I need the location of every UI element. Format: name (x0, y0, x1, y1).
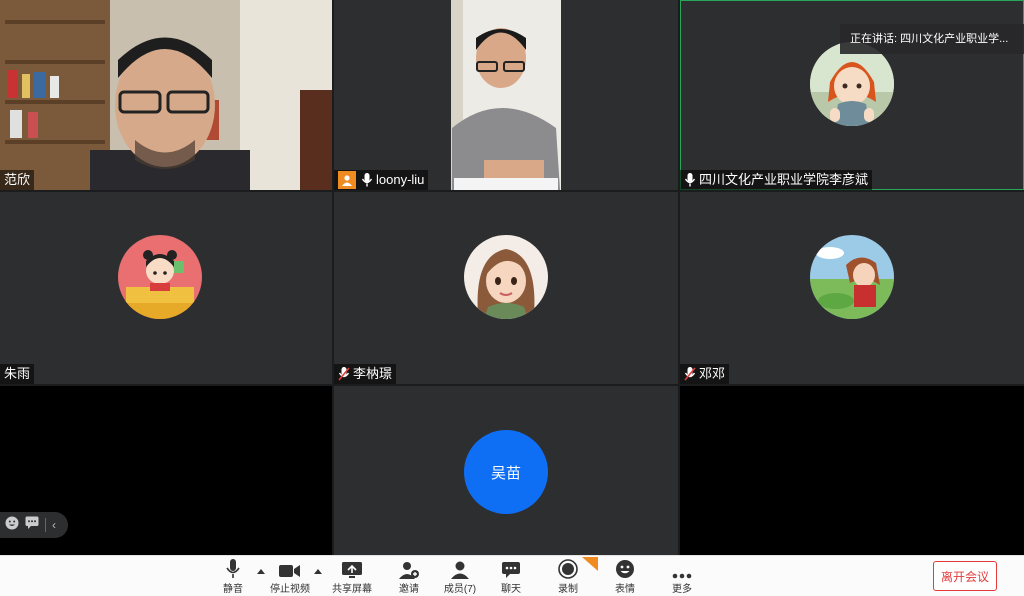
mute-button[interactable]: 静音 (203, 559, 263, 595)
video-tile-li-yanbin[interactable]: 四川文化产业职业学院李彦斌 正在讲话: 四川文化产业职业学... (680, 0, 1024, 190)
emoji-icon[interactable] (5, 516, 19, 535)
avatar-initials: 吴苗 (490, 464, 521, 482)
participant-avatar (464, 235, 548, 319)
share-screen-icon (341, 559, 363, 579)
divider (45, 518, 46, 532)
video-tile-wumiao[interactable]: 吴苗 (334, 386, 678, 555)
participant-name-tag: 范欣 (0, 170, 35, 190)
stop-video-button[interactable]: 停止视频 (260, 559, 320, 595)
participant-avatar (118, 235, 202, 319)
participants-icon (450, 559, 470, 579)
collapse-chevron-icon[interactable]: ‹ (52, 518, 56, 532)
share-screen-label: 共享屏幕 (332, 584, 372, 595)
participant-name-tag: 朱雨 (0, 364, 35, 384)
participant-name: loony-liu (376, 172, 425, 187)
participant-name: 朱雨 (4, 366, 31, 381)
chat-bubble-icon (501, 559, 521, 579)
add-person-icon (398, 559, 420, 579)
floating-mini-controls: ‹ (0, 512, 68, 538)
participant-avatar: 吴苗 (464, 430, 548, 514)
reactions-button[interactable]: 表情 (595, 559, 655, 595)
microphone-icon (226, 559, 240, 579)
more-button[interactable]: 更多 (652, 559, 712, 595)
chat-bubble-icon[interactable] (25, 516, 39, 534)
video-tile-dengdeng[interactable]: 邓邓 (680, 192, 1024, 384)
video-tile-zhuyu[interactable]: 朱雨 (0, 192, 332, 384)
record-label: 录制 (558, 584, 578, 595)
microphone-icon (684, 173, 696, 187)
mute-label: 静音 (223, 584, 243, 595)
more-label: 更多 (672, 584, 692, 595)
participant-avatar (810, 42, 894, 126)
leave-meeting-button[interactable]: 离开会议 (933, 561, 997, 591)
leave-meeting-label: 离开会议 (940, 569, 989, 584)
chat-label: 聊天 (501, 584, 521, 595)
video-tile-fanxin[interactable]: 范欣 (0, 0, 332, 190)
participant-name-tag: loony-liu (334, 170, 429, 190)
record-icon (557, 559, 579, 579)
host-icon (338, 171, 356, 189)
participant-name-tag: 邓邓 (680, 364, 730, 384)
share-screen-button[interactable]: 共享屏幕 (322, 559, 382, 595)
video-tile-empty (680, 386, 1024, 555)
participant-avatar (810, 235, 894, 319)
more-dots-icon (672, 559, 692, 579)
participant-video (334, 0, 678, 190)
video-camera-icon (279, 559, 301, 579)
active-speaker-banner: 正在讲话: 四川文化产业职业学... (840, 24, 1024, 54)
video-options-caret-icon[interactable] (314, 568, 322, 574)
meeting-toolbar: 静音 停止视频 共享屏幕 邀请 成员(7) 聊天 录制 表情 更多 (0, 555, 1024, 596)
muted-microphone-icon (684, 367, 696, 381)
invite-label: 邀请 (399, 584, 419, 595)
participant-name: 四川文化产业职业学院李彦斌 (699, 172, 869, 187)
video-grid: 范欣 loony-liu 四川文化产业职业学院李彦斌 正在讲话: 四川文化产业职… (0, 0, 1024, 555)
participant-name: 范欣 (4, 172, 31, 187)
muted-microphone-icon (338, 367, 350, 381)
participant-name: 李枘璟 (353, 366, 393, 381)
participant-name-tag: 四川文化产业职业学院李彦斌 (680, 170, 873, 190)
reactions-label: 表情 (615, 584, 635, 595)
participant-name-tag: 李枘璟 (334, 364, 397, 384)
video-tile-li-ruijing[interactable]: 李枘璟 (334, 192, 678, 384)
chat-button[interactable]: 聊天 (481, 559, 541, 595)
stop-video-label: 停止视频 (270, 584, 310, 595)
video-tile-loony-liu[interactable]: loony-liu (334, 0, 678, 190)
smiley-icon (615, 559, 635, 579)
members-label: 成员(7) (443, 584, 477, 595)
active-speaker-text: 正在讲话: 四川文化产业职业学... (850, 33, 1009, 45)
microphone-icon (361, 173, 373, 187)
participant-video (0, 0, 332, 190)
participant-name: 邓邓 (699, 366, 726, 381)
